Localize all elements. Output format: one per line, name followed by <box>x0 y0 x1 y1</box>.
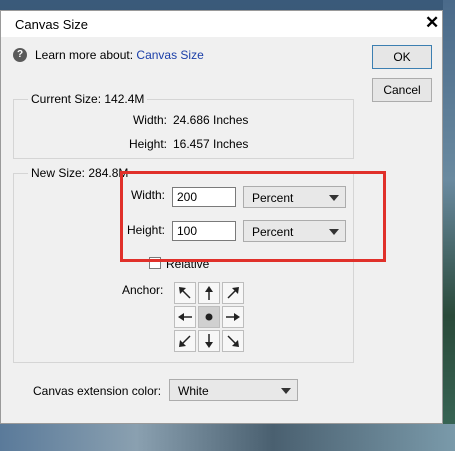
close-icon[interactable]: ✕ <box>425 13 439 33</box>
anchor-dot-icon <box>205 313 213 321</box>
arrow-ne-icon <box>227 287 239 299</box>
help-icon: ? <box>13 48 27 62</box>
current-size-legend: Current Size: 142.4M <box>28 92 148 106</box>
anchor-sw[interactable] <box>174 330 196 352</box>
anchor-e[interactable] <box>222 306 244 328</box>
arrow-w-icon <box>178 313 192 321</box>
canvas-size-dialog: Canvas Size ✕ ? Learn more about: Canvas… <box>0 10 443 424</box>
arrow-sw-icon <box>179 335 191 347</box>
anchor-ne[interactable] <box>222 282 244 304</box>
arrow-e-icon <box>226 313 240 321</box>
learn-more: Learn more about: Canvas Size <box>35 48 204 62</box>
arrow-s-icon <box>205 334 213 348</box>
current-width-value: 24.686 Inches <box>173 113 249 127</box>
red-highlight-box <box>120 171 386 262</box>
new-size-legend: New Size: 284.8M <box>28 166 132 180</box>
extension-color-select[interactable]: White <box>169 379 298 401</box>
dialog-title: Canvas Size <box>15 17 88 32</box>
current-width-label: Width: <box>132 113 167 127</box>
background-photo-bottom <box>0 424 455 451</box>
current-size-group: Current Size: 142.4M Width: 24.686 Inche… <box>13 92 354 159</box>
canvas-size-help-link[interactable]: Canvas Size <box>136 48 203 62</box>
learn-more-text: Learn more about: <box>35 48 134 62</box>
current-height-value: 16.457 Inches <box>173 137 249 151</box>
anchor-se[interactable] <box>222 330 244 352</box>
anchor-label: Anchor: <box>122 283 164 297</box>
extension-color-label: Canvas extension color: <box>33 384 162 398</box>
background-photo-edge <box>443 0 455 451</box>
anchor-s[interactable] <box>198 330 220 352</box>
anchor-w[interactable] <box>174 306 196 328</box>
arrow-se-icon <box>227 335 239 347</box>
title-bar: Canvas Size ✕ <box>1 11 442 37</box>
arrow-n-icon <box>205 286 213 300</box>
ok-button[interactable]: OK <box>372 45 432 69</box>
current-height-label: Height: <box>128 137 167 151</box>
arrow-nw-icon <box>179 287 191 299</box>
extension-color-value: White <box>178 384 209 398</box>
chevron-down-icon <box>281 388 291 394</box>
anchor-center[interactable] <box>198 306 220 328</box>
anchor-nw[interactable] <box>174 282 196 304</box>
anchor-n[interactable] <box>198 282 220 304</box>
anchor-grid <box>174 282 246 354</box>
cancel-button[interactable]: Cancel <box>372 78 432 102</box>
